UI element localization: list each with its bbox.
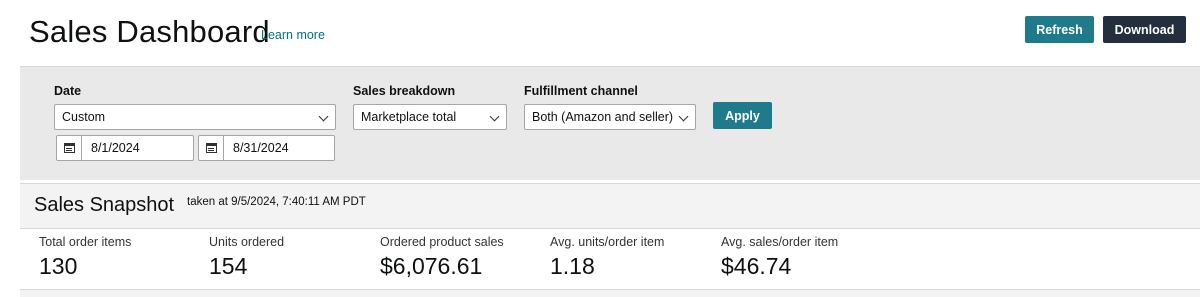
metric-value: $6,076.61 <box>380 253 483 279</box>
metric-avg-units-per-order-item: Avg. units/order item 1.18 <box>550 235 664 280</box>
metric-value: $46.74 <box>721 253 792 279</box>
metric-label: Total order items <box>39 235 132 249</box>
sales-breakdown-select[interactable]: Marketplace total <box>353 104 507 130</box>
start-date-value: 8/1/2024 <box>91 141 140 155</box>
download-button[interactable]: Download <box>1103 16 1186 43</box>
end-date-input[interactable]: 8/31/2024 <box>198 135 335 161</box>
metric-avg-sales-per-order-item: Avg. sales/order item $46.74 <box>721 235 838 280</box>
metric-units-ordered: Units ordered 154 <box>209 235 284 280</box>
sales-breakdown-value: Marketplace total <box>361 110 457 124</box>
chevron-down-icon <box>489 111 500 122</box>
chevron-down-icon <box>678 111 689 122</box>
apply-button[interactable]: Apply <box>713 102 772 129</box>
metric-label: Ordered product sales <box>380 235 504 249</box>
sales-snapshot-header: Sales Snapshot taken at 9/5/2024, 7:40:1… <box>20 183 1200 229</box>
metric-value: 1.18 <box>550 253 595 279</box>
fulfillment-channel-label: Fulfillment channel <box>524 84 638 98</box>
filter-panel: Date Custom 8/1/2024 8/31/2024 Sales bre… <box>20 66 1200 180</box>
metric-ordered-product-sales: Ordered product sales $6,076.61 <box>380 235 504 280</box>
snapshot-timestamp: taken at 9/5/2024, 7:40:11 AM PDT <box>187 196 366 208</box>
chevron-down-icon <box>318 111 329 122</box>
fulfillment-channel-select[interactable]: Both (Amazon and seller) <box>524 104 696 130</box>
end-date-value: 8/31/2024 <box>233 141 289 155</box>
metric-label: Units ordered <box>209 235 285 249</box>
metric-total-order-items: Total order items 130 <box>39 235 131 280</box>
learn-more-link[interactable]: Learn more <box>261 28 325 42</box>
sales-breakdown-label: Sales breakdown <box>353 84 456 98</box>
refresh-button[interactable]: Refresh <box>1025 16 1094 43</box>
date-label: Date <box>54 84 82 98</box>
metric-label: Avg. units/order item <box>550 235 665 249</box>
start-date-input[interactable]: 8/1/2024 <box>56 135 194 161</box>
fulfillment-channel-value: Both (Amazon and seller) <box>532 110 674 124</box>
date-range-select[interactable]: Custom <box>54 104 336 130</box>
metric-label: Avg. sales/order item <box>721 235 839 249</box>
metric-value: 154 <box>209 253 248 279</box>
calendar-icon[interactable] <box>57 136 82 160</box>
calendar-icon[interactable] <box>199 136 224 160</box>
page-title: Sales Dashboard <box>29 14 270 49</box>
metric-value: 130 <box>39 253 78 279</box>
section-divider <box>20 290 1200 297</box>
date-range-value: Custom <box>62 110 106 124</box>
snapshot-metrics: Total order items 130 Units ordered 154 … <box>20 229 1200 290</box>
snapshot-title: Sales Snapshot <box>34 194 175 216</box>
